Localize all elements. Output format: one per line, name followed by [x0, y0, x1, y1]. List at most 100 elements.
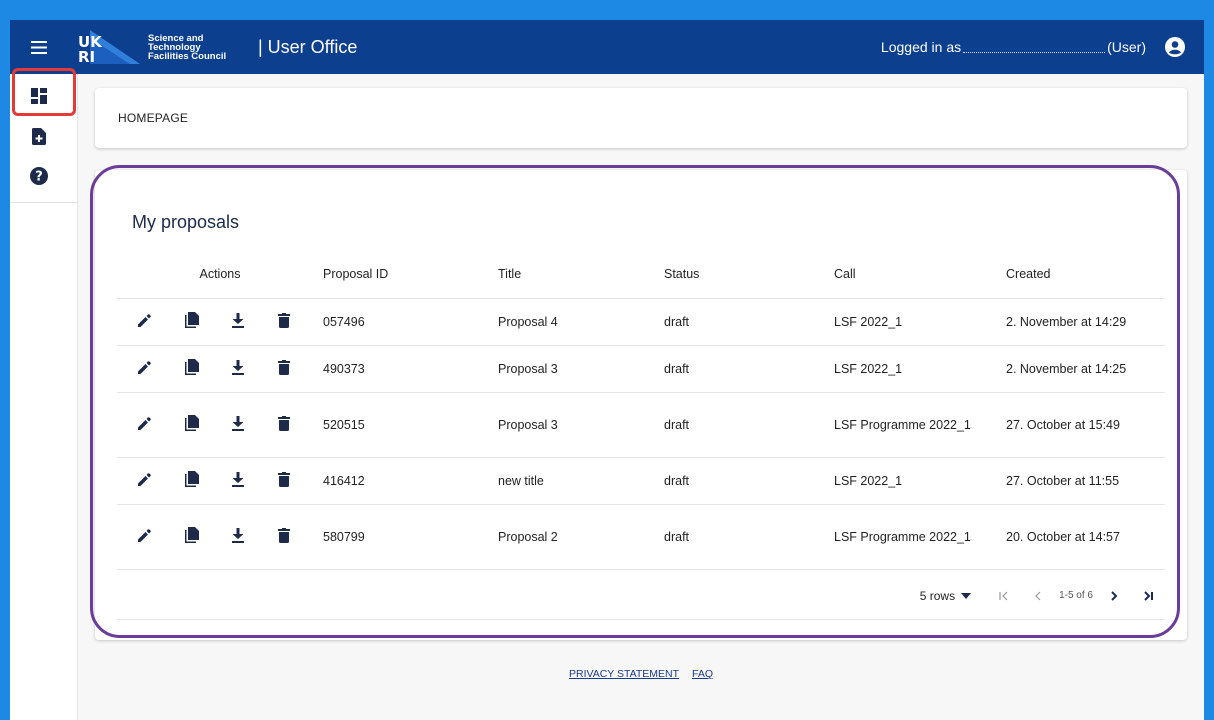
- logged-in-label: Logged in as: [880, 39, 962, 55]
- download-proposal-button[interactable]: [229, 410, 276, 440]
- proposal-call-cell: LSF Programme 2022_1: [834, 392, 1006, 458]
- actions-cell: [117, 345, 323, 393]
- delete-icon: [278, 415, 290, 434]
- column-header-status[interactable]: Status: [664, 250, 834, 299]
- proposal-title-cell: Proposal 3: [498, 345, 664, 393]
- help-icon: ?: [30, 167, 48, 185]
- chevron-right-icon: [1111, 590, 1118, 601]
- page-range: 1-5 of 6: [1059, 590, 1093, 601]
- sidebar-item-new-proposal[interactable]: [10, 116, 68, 156]
- svg-text:?: ?: [35, 170, 43, 185]
- copy-icon: [184, 414, 200, 435]
- download-icon: [231, 527, 245, 546]
- breadcrumb: HOMEPAGE: [118, 111, 189, 125]
- chevron-left-icon: [1035, 591, 1041, 600]
- proposal-created-cell: 27. October at 11:55: [1006, 457, 1165, 505]
- copy-proposal-button[interactable]: [182, 410, 229, 440]
- proposal-title-cell: Proposal 4: [498, 298, 664, 346]
- proposal-status-cell: draft: [664, 298, 834, 346]
- ukri-logo-mark: UK RI: [78, 30, 140, 66]
- proposal-status-cell: draft: [664, 345, 834, 393]
- proposal-id-cell: 416412: [323, 457, 498, 505]
- delete-icon: [278, 471, 290, 490]
- ukri-logo: UK RI Science and Technology Facilities …: [78, 20, 248, 74]
- actions-cell: [117, 457, 323, 505]
- edit-icon: [137, 312, 153, 331]
- last-page-icon: [1144, 590, 1153, 601]
- copy-proposal-button[interactable]: [182, 307, 229, 337]
- logo-line-3: Facilities Council: [148, 50, 227, 62]
- menu-button[interactable]: [10, 20, 68, 74]
- download-proposal-button[interactable]: [229, 466, 276, 496]
- proposal-status-cell: draft: [664, 457, 834, 505]
- download-proposal-button[interactable]: [229, 522, 276, 552]
- delete-proposal-button[interactable]: [276, 522, 323, 552]
- table-row: 580799 Proposal 2 draft LSF Programme 2022_…: [117, 504, 1165, 570]
- proposal-created-cell: 27. October at 15:49: [1006, 392, 1165, 458]
- edit-proposal-button[interactable]: [135, 466, 182, 496]
- actions-cell: [117, 298, 323, 346]
- proposal-created-cell: 2. November at 14:29: [1006, 298, 1165, 346]
- edit-icon: [137, 359, 153, 378]
- proposal-created-cell: 2. November at 14:25: [1006, 345, 1165, 393]
- account-button[interactable]: [1158, 30, 1192, 64]
- edit-proposal-button[interactable]: [135, 354, 182, 384]
- edit-proposal-button[interactable]: [135, 522, 182, 552]
- download-icon: [231, 312, 245, 331]
- download-icon: [231, 359, 245, 378]
- table-pagination: 5 rows 1-5 of 6: [117, 572, 1165, 620]
- delete-proposal-button[interactable]: [276, 354, 323, 384]
- delete-proposal-button[interactable]: [276, 307, 323, 337]
- username-redacted: [963, 41, 1106, 53]
- table-row: 490373 Proposal 3 draft LSF 2022_1 2. Novemb…: [117, 345, 1165, 393]
- privacy-statement-link[interactable]: PRIVACY STATEMENT: [569, 668, 679, 680]
- app-bar: UK RI Science and Technology Facilities …: [10, 20, 1204, 74]
- rows-per-page-select[interactable]: 5 rows: [920, 589, 972, 603]
- copy-proposal-button[interactable]: [182, 466, 229, 496]
- edit-icon: [137, 471, 153, 490]
- column-header-title[interactable]: Title: [498, 250, 664, 299]
- app-title: | User Office: [258, 36, 358, 57]
- proposal-id-cell: 057496: [323, 298, 498, 346]
- copy-proposal-button[interactable]: [182, 522, 229, 552]
- table-header-row: Actions Proposal ID Title Status Call Cr…: [117, 250, 1165, 299]
- new-proposal-icon: [32, 127, 46, 145]
- column-header-created[interactable]: Created: [1006, 250, 1165, 299]
- actions-cell: [117, 392, 323, 458]
- column-header-call[interactable]: Call: [834, 250, 1006, 299]
- edit-proposal-button[interactable]: [135, 307, 182, 337]
- breadcrumb-card: HOMEPAGE: [95, 88, 1187, 148]
- edit-proposal-button[interactable]: [135, 410, 182, 440]
- actions-cell: [117, 504, 323, 570]
- edit-icon: [137, 527, 153, 546]
- last-page-button[interactable]: [1131, 581, 1165, 611]
- footer: PRIVACY STATEMENT FAQ: [78, 668, 1204, 680]
- first-page-button[interactable]: [987, 581, 1021, 611]
- proposal-call-cell: LSF Programme 2022_1: [834, 504, 1006, 570]
- proposal-id-cell: 580799: [323, 504, 498, 570]
- proposal-call-cell: LSF 2022_1: [834, 345, 1006, 393]
- faq-link[interactable]: FAQ: [692, 668, 713, 680]
- delete-proposal-button[interactable]: [276, 410, 323, 440]
- copy-proposal-button[interactable]: [182, 354, 229, 384]
- column-header-actions: Actions: [117, 250, 323, 299]
- proposal-id-cell: 490373: [323, 345, 498, 393]
- download-proposal-button[interactable]: [229, 354, 276, 384]
- proposals-title: My proposals: [132, 212, 240, 232]
- sidebar-item-help[interactable]: ?: [10, 156, 68, 196]
- proposal-created-cell: 20. October at 14:57: [1006, 504, 1165, 570]
- previous-page-button[interactable]: [1021, 581, 1055, 611]
- user-role: (User): [1107, 39, 1146, 55]
- column-header-proposal-id[interactable]: Proposal ID: [323, 250, 498, 299]
- sidebar: ?: [10, 74, 78, 720]
- menu-icon: [31, 40, 47, 54]
- download-proposal-button[interactable]: [229, 307, 276, 337]
- table-row: 416412 new title draft LSF 2022_1 27. Octobe…: [117, 457, 1165, 505]
- next-page-button[interactable]: [1097, 581, 1131, 611]
- delete-proposal-button[interactable]: [276, 466, 323, 496]
- copy-icon: [184, 526, 200, 547]
- copy-icon: [184, 358, 200, 379]
- dashboard-highlight-box: [12, 68, 76, 116]
- copy-icon: [184, 470, 200, 491]
- proposal-call-cell: LSF 2022_1: [834, 298, 1006, 346]
